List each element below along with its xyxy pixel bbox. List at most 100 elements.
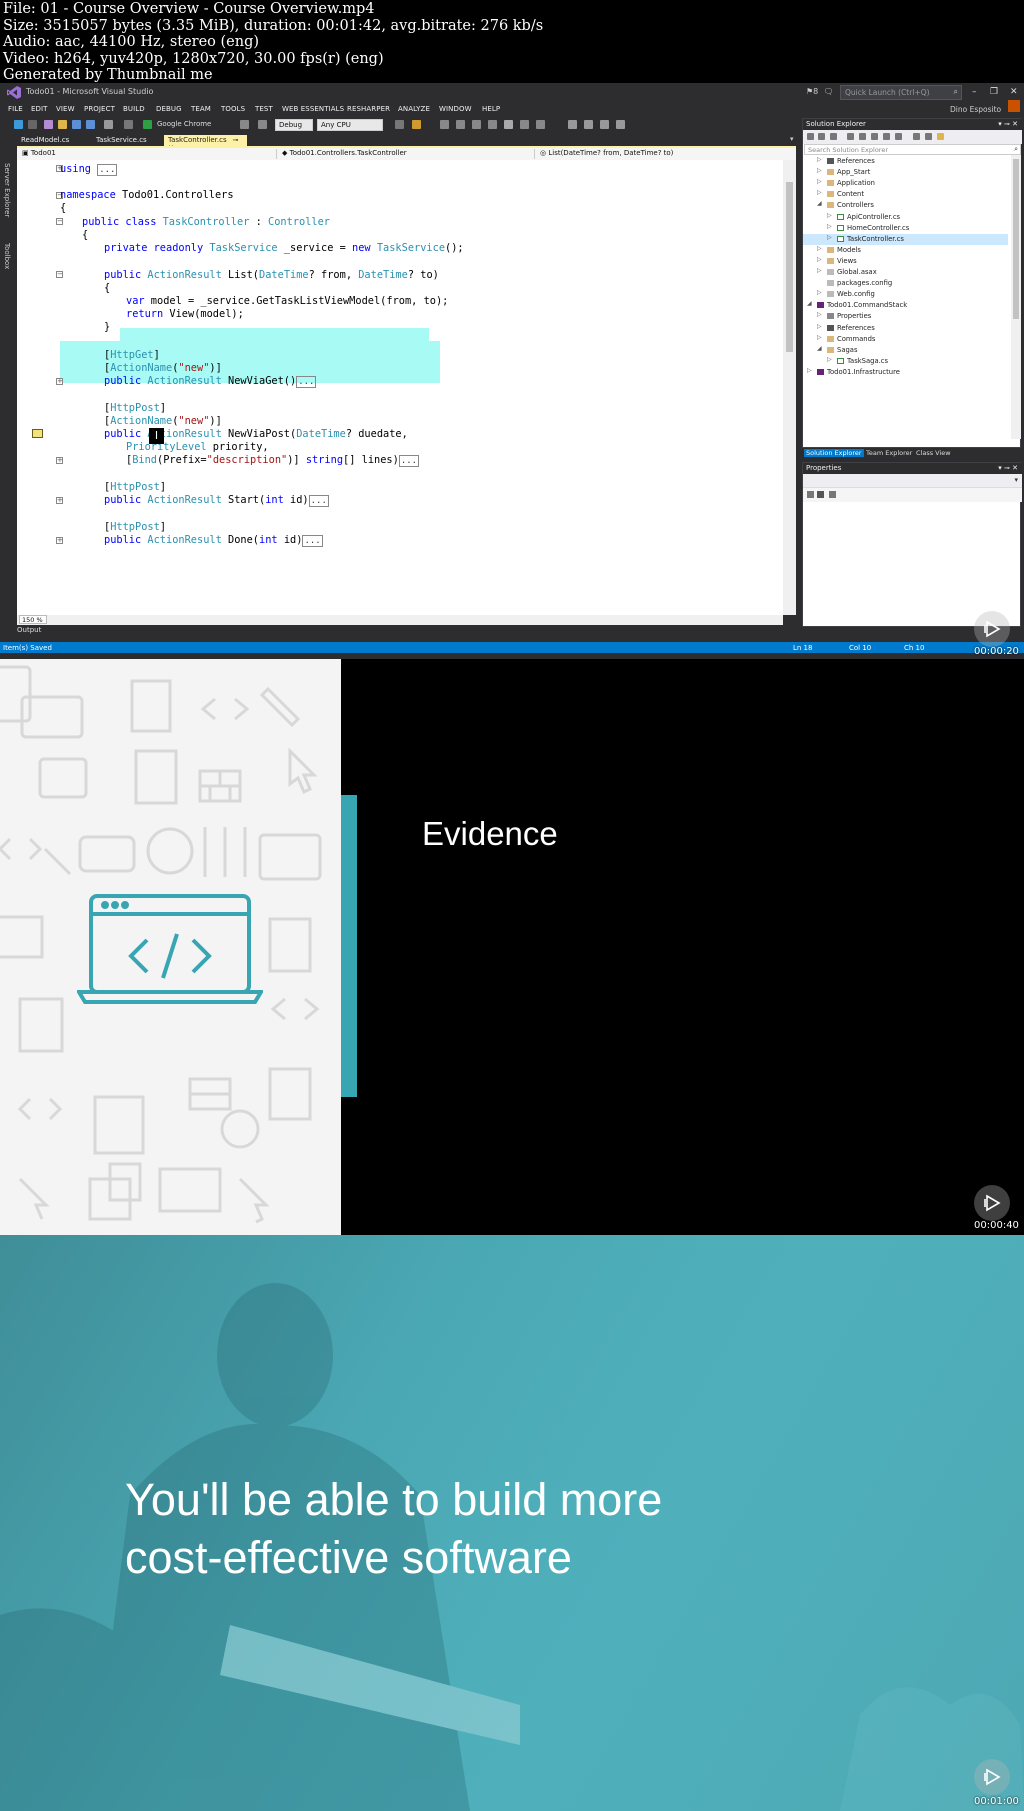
platform-select[interactable]: Any CPU <box>317 119 383 131</box>
toolbar-icon-c[interactable] <box>584 120 593 129</box>
menu-edit[interactable]: EDIT <box>31 105 48 113</box>
expand-arrow-icon[interactable]: ▷ <box>817 311 822 318</box>
forward-icon[interactable] <box>818 133 825 140</box>
tab-solution-explorer[interactable]: Solution Explorer <box>804 449 864 457</box>
quick-launch-input[interactable]: Quick Launch (Ctrl+Q) ⌕ <box>840 85 962 100</box>
new-project-icon[interactable] <box>44 120 53 129</box>
redo-icon[interactable] <box>124 120 133 129</box>
properties-object-select[interactable]: ▾ <box>803 474 1022 488</box>
tab-overflow-icon[interactable]: ▾ <box>790 135 794 143</box>
comment-icon[interactable] <box>456 120 465 129</box>
tree-item[interactable]: ▷ Models <box>803 245 1008 256</box>
expand-arrow-icon[interactable]: ▷ <box>827 234 832 241</box>
fold-toggle-done[interactable]: + <box>56 537 63 544</box>
expand-arrow-icon[interactable]: ▷ <box>817 289 822 296</box>
menu-file[interactable]: FILE <box>8 105 23 113</box>
toolbar-icon-b[interactable] <box>568 120 577 129</box>
user-badge-icon[interactable] <box>1008 100 1020 112</box>
properties-icon[interactable] <box>925 133 932 140</box>
bookmark-icon[interactable] <box>504 120 513 129</box>
fold-toggle-newviaget[interactable]: + <box>56 378 63 385</box>
categorized-icon[interactable] <box>807 491 814 498</box>
collapsed-region[interactable]: ... <box>97 164 118 176</box>
open-file-icon[interactable] <box>58 120 67 129</box>
find-icon[interactable] <box>412 120 421 129</box>
toolbox-tab[interactable]: Toolbox <box>3 243 11 269</box>
collapsed-region[interactable]: ... <box>302 535 323 547</box>
menu-resharper[interactable]: RESHARPER <box>347 105 390 113</box>
tree-item[interactable]: ▷ References <box>803 156 1008 167</box>
tab-team-explorer[interactable]: Team Explorer <box>864 449 914 457</box>
tree-item[interactable]: ▷ Application <box>803 178 1008 189</box>
member-dropdown[interactable]: ◎ List(DateTime? from, DateTime? to) <box>537 149 794 159</box>
pin-icon[interactable]: ⊸ <box>233 136 239 144</box>
bookmark-prev-icon[interactable] <box>520 120 529 129</box>
browser-select[interactable]: Google Chrome <box>154 119 238 131</box>
tree-item[interactable]: ▷ Todo01.Infrastructure <box>803 367 1008 378</box>
menu-project[interactable]: PROJECT <box>84 105 115 113</box>
toolbar-icon-a[interactable] <box>395 120 404 129</box>
tree-item[interactable]: ▷ TaskSaga.cs <box>803 356 1008 367</box>
menu-test[interactable]: TEST <box>255 105 273 113</box>
back-icon[interactable] <box>14 120 23 129</box>
save-icon[interactable] <box>72 120 81 129</box>
fold-toggle-class[interactable]: − <box>56 218 63 225</box>
tree-item[interactable]: ◢ Sagas <box>803 345 1008 356</box>
expand-arrow-icon[interactable]: ▷ <box>827 223 832 230</box>
collapse-all-icon[interactable] <box>871 133 878 140</box>
fold-toggle-newviapost[interactable]: + <box>56 457 63 464</box>
alphabetical-icon[interactable] <box>817 491 824 498</box>
menu-window[interactable]: WINDOW <box>439 105 472 113</box>
scroll-thumb[interactable] <box>786 182 793 352</box>
expand-arrow-icon[interactable]: ◢ <box>817 200 822 207</box>
menu-build[interactable]: BUILD <box>123 105 145 113</box>
panel-close-icon[interactable]: ▾ ⊸ ✕ <box>998 464 1018 472</box>
tab-taskservice[interactable]: TaskService.cs <box>92 135 151 146</box>
expand-arrow-icon[interactable]: ◢ <box>807 300 812 307</box>
server-explorer-tab[interactable]: Server Explorer <box>3 163 11 217</box>
collapsed-region[interactable]: ... <box>296 376 317 388</box>
solution-explorer-scrollbar[interactable] <box>1011 155 1021 439</box>
restore-icon[interactable]: ❐ <box>990 87 998 97</box>
panel-close-icon[interactable]: ▾ ⊸ ✕ <box>998 120 1018 128</box>
fold-toggle-start[interactable]: + <box>56 497 63 504</box>
expand-arrow-icon[interactable]: ▷ <box>817 156 822 163</box>
show-all-files-icon[interactable] <box>883 133 890 140</box>
tree-item[interactable]: ▷ App_Start <box>803 167 1008 178</box>
tree-item[interactable]: ▷ Commands <box>803 334 1008 345</box>
property-pages-icon[interactable] <box>829 491 836 498</box>
preview-icon[interactable] <box>895 133 902 140</box>
tab-class-view[interactable]: Class View <box>914 449 953 457</box>
start-debugging-icon[interactable] <box>143 120 152 129</box>
menu-debug[interactable]: DEBUG <box>156 105 182 113</box>
outdent-icon[interactable] <box>488 120 497 129</box>
close-icon[interactable]: ✕ <box>1010 87 1018 97</box>
tree-item[interactable]: ◢ Controllers <box>803 200 1008 211</box>
tree-item[interactable]: ▷ TaskController.cs <box>803 233 1008 245</box>
expand-arrow-icon[interactable]: ▷ <box>817 189 822 196</box>
undo-icon[interactable] <box>104 120 113 129</box>
toolbar-icon-d[interactable] <box>600 120 609 129</box>
project-dropdown[interactable]: ▣ Todo01 <box>19 149 277 159</box>
tree-item[interactable]: ▷ HomeController.cs <box>803 223 1008 234</box>
home-icon[interactable] <box>830 133 837 140</box>
collapsed-region[interactable]: ... <box>398 455 420 467</box>
menu-team[interactable]: TEAM <box>191 105 211 113</box>
signed-in-user[interactable]: Dino Esposito <box>950 105 1001 114</box>
class-dropdown[interactable]: ◆ Todo01.Controllers.TaskController <box>279 149 535 159</box>
expand-arrow-icon[interactable]: ▷ <box>817 323 822 330</box>
view-code-icon[interactable] <box>913 133 920 140</box>
tree-item[interactable]: packages.config <box>803 278 1008 289</box>
expand-arrow-icon[interactable]: ◢ <box>817 345 822 352</box>
tree-item[interactable]: ▷ References <box>803 323 1008 334</box>
indent-icon[interactable] <box>472 120 481 129</box>
bookmark-next-icon[interactable] <box>536 120 545 129</box>
config-select[interactable]: Debug <box>275 119 313 131</box>
refresh-icon[interactable] <box>240 120 249 129</box>
tree-item[interactable]: ▷ Properties <box>803 311 1008 322</box>
forward-icon[interactable] <box>28 120 37 129</box>
menu-analyze[interactable]: ANALYZE <box>398 105 430 113</box>
toolbar-icon-e[interactable] <box>616 120 625 129</box>
expand-arrow-icon[interactable]: ▷ <box>827 212 832 219</box>
browser-link-icon[interactable] <box>258 120 267 129</box>
